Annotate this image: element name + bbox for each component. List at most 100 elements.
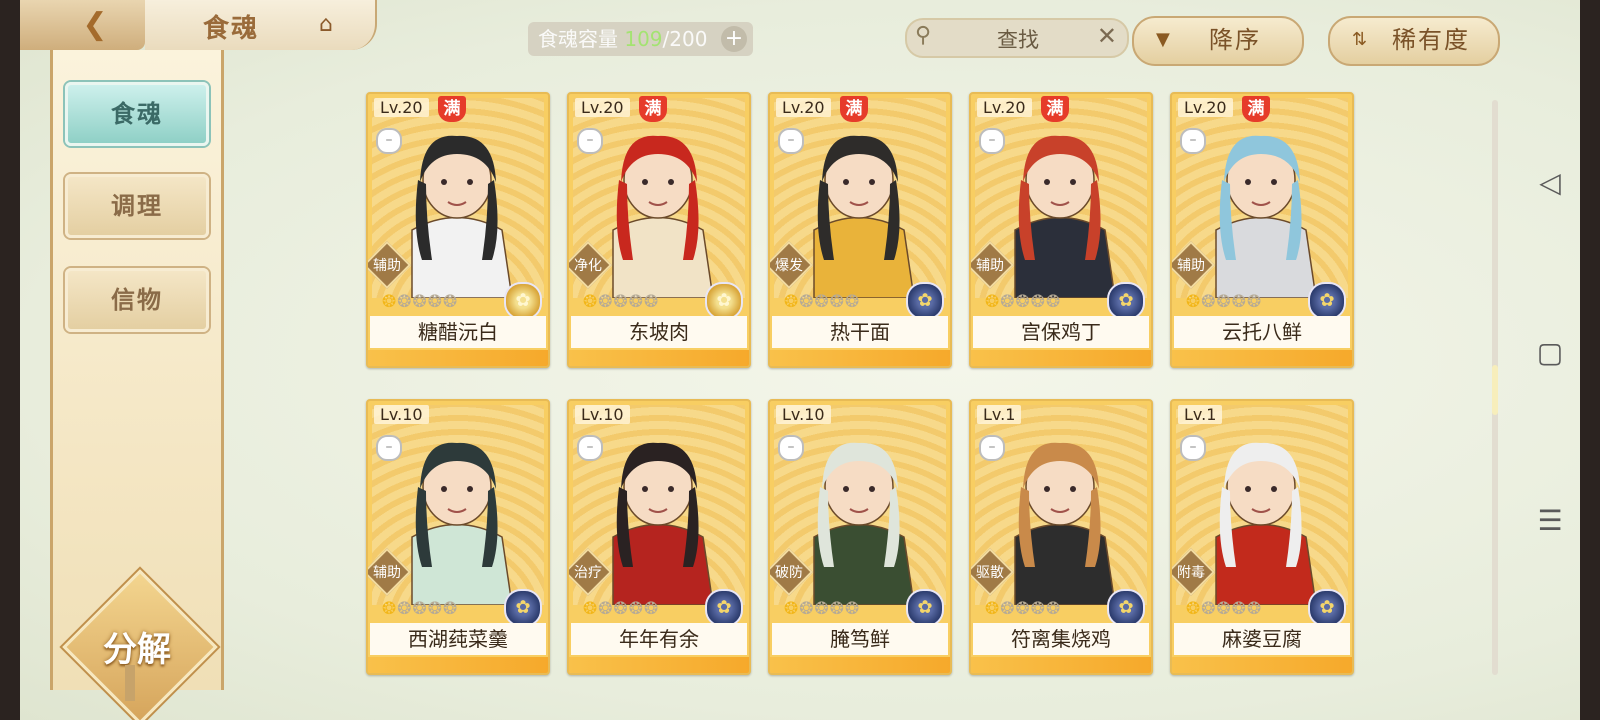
flame-star-icon: ❂ [443, 599, 459, 619]
card-level: Lv.10 [575, 405, 630, 424]
rarity-emblem-icon: ✿ [1107, 282, 1145, 320]
role-label: 附毒 [1177, 565, 1205, 581]
card-level: Lv.1 [977, 405, 1022, 424]
card-level: Lv.10 [374, 405, 429, 424]
flame-star-icon: ❂ [814, 599, 830, 619]
role-tag: 辅助 [368, 547, 412, 597]
sort-order-button[interactable]: ▼ 降序 [1132, 16, 1304, 66]
food-soul-card[interactable]: Lv.20 满 – 辅助 ❂❂❂❂❂ ✿ 宫保鸡丁 [969, 92, 1153, 368]
clear-search-icon[interactable]: ✕ [1097, 22, 1117, 50]
flame-star-icon: ❂ [1216, 292, 1232, 312]
flame-star-icon: ❂ [598, 292, 614, 312]
role-label: 净化 [574, 258, 602, 274]
star-rating: ❂❂❂❂❂ [583, 292, 659, 312]
lock-icon[interactable]: – [577, 128, 603, 154]
page-title: 食魂 [203, 14, 260, 44]
lock-icon[interactable]: – [577, 435, 603, 461]
rarity-emblem-icon: ✿ [504, 282, 542, 320]
flame-star-icon: ❂ [1247, 599, 1263, 619]
role-tag: 辅助 [1172, 240, 1216, 290]
lock-icon[interactable]: – [778, 435, 804, 461]
role-tag: 爆发 [770, 240, 814, 290]
scroll-thumb[interactable] [1492, 365, 1498, 415]
flame-star-icon: ❂ [845, 292, 861, 312]
star-rating: ❂❂❂❂❂ [784, 292, 860, 312]
lock-icon[interactable]: – [778, 128, 804, 154]
sort-by-label: 稀有度 [1392, 26, 1470, 54]
flame-star-icon: ❂ [1046, 599, 1062, 619]
food-soul-card[interactable]: Lv.20 满 – 辅助 ❂❂❂❂❂ ✿ 云托八鲜 [1170, 92, 1354, 368]
food-soul-card[interactable]: Lv.20 满 – 爆发 ❂❂❂❂❂ ✿ 热干面 [768, 92, 952, 368]
lock-icon[interactable]: – [1180, 128, 1206, 154]
flame-star-icon: ❂ [829, 599, 845, 619]
nav-home-icon[interactable]: ▢ [1535, 338, 1565, 368]
tab-token[interactable]: 信物 [65, 268, 209, 332]
search-input[interactable]: 查找 [997, 24, 1039, 54]
max-level-badge: 满 [1041, 96, 1069, 122]
role-tag: 治疗 [569, 547, 613, 597]
flame-star-icon: ❂ [628, 599, 644, 619]
star-rating: ❂❂❂❂❂ [985, 292, 1061, 312]
flame-star-icon: ❂ [985, 292, 1001, 312]
card-stripe [1172, 657, 1352, 673]
lock-icon[interactable]: – [979, 435, 1005, 461]
back-button[interactable]: ❮ [20, 0, 145, 50]
flame-star-icon: ❂ [1201, 292, 1217, 312]
flame-star-icon: ❂ [644, 292, 660, 312]
search-box[interactable]: ⚲ 查找 ✕ [905, 18, 1129, 58]
star-rating: ❂❂❂❂❂ [382, 292, 458, 312]
food-soul-card[interactable]: Lv.20 满 – 辅助 ❂❂❂❂❂ ✿ 糖醋沅白 [366, 92, 550, 368]
card-name: 年年有余 [571, 623, 747, 655]
food-soul-card[interactable]: Lv.10– 破防 ❂❂❂❂❂ ✿ 腌笃鲜 [768, 399, 952, 675]
nav-menu-icon[interactable]: ☰ [1535, 506, 1565, 536]
food-soul-card[interactable]: Lv.20 满 – 净化 ❂❂❂❂❂ ✿ 东坡肉 [567, 92, 751, 368]
max-level-badge: 满 [840, 96, 868, 122]
nav-back-icon[interactable]: ◁ [1535, 168, 1565, 198]
back-arrow-icon: ❮ [82, 7, 108, 42]
star-rating: ❂❂❂❂❂ [583, 599, 659, 619]
flame-star-icon: ❂ [583, 599, 599, 619]
capacity-max: /200 [662, 27, 708, 51]
card-stripe [770, 350, 950, 366]
card-name: 热干面 [772, 316, 948, 348]
role-label: 辅助 [1177, 258, 1205, 274]
add-capacity-button[interactable]: + [721, 26, 747, 52]
food-soul-card[interactable]: Lv.10– 辅助 ❂❂❂❂❂ ✿ 西湖莼菜羹 [366, 399, 550, 675]
food-soul-card[interactable]: Lv.10– 治疗 ❂❂❂❂❂ ✿ 年年有余 [567, 399, 751, 675]
lock-icon[interactable]: – [376, 128, 402, 154]
card-name: 符离集烧鸡 [973, 623, 1149, 655]
card-stripe [569, 350, 749, 366]
flame-star-icon: ❂ [427, 599, 443, 619]
sort-by-button[interactable]: ⇅ 稀有度 [1328, 16, 1500, 66]
food-soul-card[interactable]: Lv.1– 附毒 ❂❂❂❂❂ ✿ 麻婆豆腐 [1170, 399, 1354, 675]
lock-icon[interactable]: – [1180, 435, 1206, 461]
tab-food-soul[interactable]: 食魂 [65, 82, 209, 146]
decompose-label[interactable]: 分解 [83, 622, 191, 671]
flame-star-icon: ❂ [799, 599, 815, 619]
panel-tassel [125, 665, 135, 701]
card-stripe [770, 657, 950, 673]
card-name: 宫保鸡丁 [973, 316, 1149, 348]
star-rating: ❂❂❂❂❂ [1186, 599, 1262, 619]
flame-star-icon: ❂ [1186, 599, 1202, 619]
tab-recipe[interactable]: 调理 [65, 174, 209, 238]
flame-star-icon: ❂ [598, 599, 614, 619]
card-name: 腌笃鲜 [772, 623, 948, 655]
sort-icon: ⇅ [1352, 29, 1368, 50]
card-level: Lv.10 [776, 405, 831, 424]
flame-star-icon: ❂ [1015, 292, 1031, 312]
card-level: Lv.1 [1178, 405, 1223, 424]
home-icon[interactable]: ⌂ [310, 12, 342, 38]
flame-star-icon: ❂ [644, 599, 660, 619]
flame-star-icon: ❂ [814, 292, 830, 312]
rarity-emblem-icon: ✿ [1107, 589, 1145, 627]
flame-star-icon: ❂ [583, 292, 599, 312]
card-name: 西湖莼菜羹 [370, 623, 546, 655]
scrollbar[interactable] [1492, 100, 1498, 675]
flame-star-icon: ❂ [1201, 599, 1217, 619]
lock-icon[interactable]: – [376, 435, 402, 461]
role-label: 破防 [775, 565, 803, 581]
food-soul-card[interactable]: Lv.1– 驱散 ❂❂❂❂❂ ✿ 符离集烧鸡 [969, 399, 1153, 675]
flame-star-icon: ❂ [985, 599, 1001, 619]
lock-icon[interactable]: – [979, 128, 1005, 154]
